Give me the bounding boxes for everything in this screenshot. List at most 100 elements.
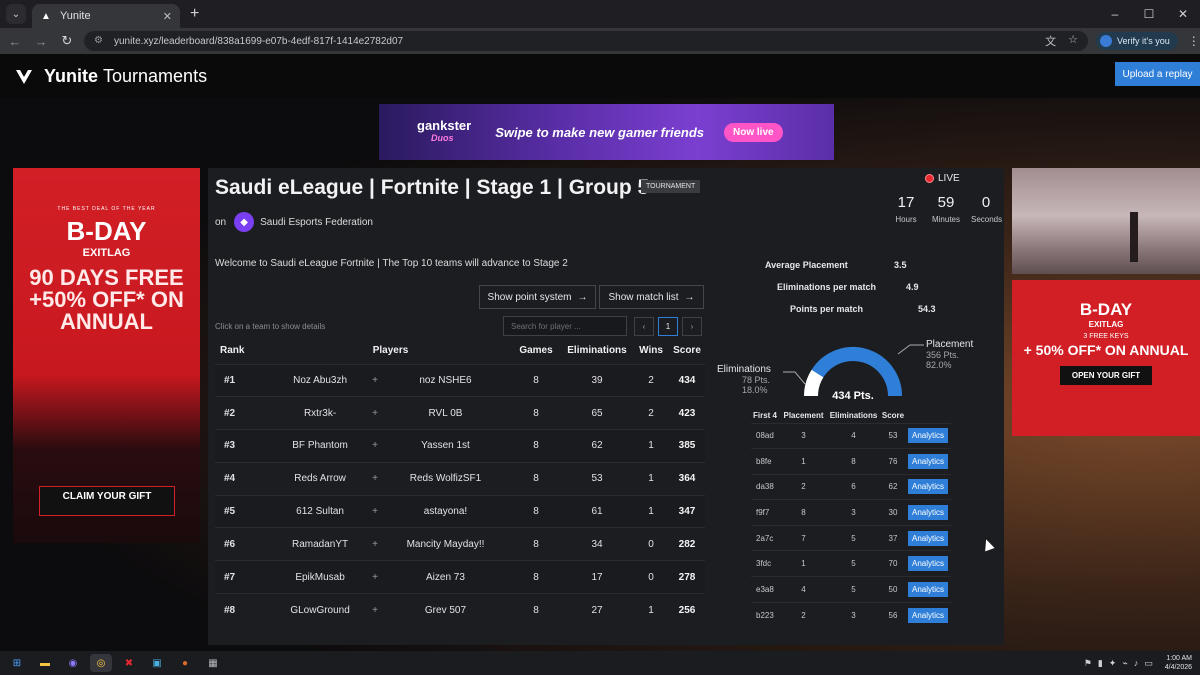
open-gift-button[interactable]: OPEN YOUR GIFT — [1059, 366, 1153, 385]
tray-network-icon[interactable]: ⌁ — [1122, 658, 1127, 669]
brand-rest: Tournaments — [103, 66, 208, 86]
gankster-ad-banner[interactable]: gankster Duos Swipe to make new gamer fr… — [379, 104, 834, 160]
site-info-icon[interactable]: ⚙ — [94, 35, 106, 47]
match-score: 53 — [881, 422, 905, 449]
new-tab-button[interactable]: + — [190, 5, 199, 23]
tab-title: Yunite — [60, 10, 91, 22]
match-placement: 3 — [781, 422, 826, 449]
close-window-button[interactable]: ✕ — [1166, 7, 1200, 21]
app-x-icon[interactable]: ✖ — [118, 654, 140, 672]
ad-left-bday: B-DAY — [66, 216, 147, 246]
bookmark-star-icon[interactable]: ☆ — [1068, 33, 1078, 49]
chrome-icon[interactable]: ◎ — [90, 654, 112, 672]
analytics-button[interactable]: Analytics — [907, 607, 948, 623]
clock-time: 1:00 AM — [1166, 655, 1192, 662]
site-header: Yunite Tournaments Upload a replay — [0, 54, 1200, 98]
match-score: 76 — [881, 448, 905, 475]
match-id: 3fdc — [751, 550, 781, 577]
ad-right-offer: + 50% OFF* ON ANNUAL — [1023, 342, 1189, 358]
url-bar[interactable]: ⚙ yunite.xyz/leaderboard/838a1699-e07b-4… — [84, 31, 1088, 51]
match-elims: 5 — [826, 550, 881, 577]
match-actions: Analytics — [905, 524, 951, 551]
elims-share-pts: 78 Pts. — [742, 375, 771, 385]
omnibox-actions: 文 ☆ — [1045, 33, 1078, 49]
gankster-cta[interactable]: Now live — [724, 122, 783, 142]
match-table: First 4 Placement Eliminations Score 08a… — [751, 408, 951, 628]
match-id: b223 — [751, 601, 781, 628]
verify-identity-chip[interactable]: Verify it's you — [1096, 32, 1178, 50]
placement-share-pct: 82.0% — [926, 360, 952, 370]
leaderboard-panel: Saudi eLeague | Fortnite | Stage 1 | Gro… — [208, 168, 1004, 645]
match-id: 2a7c — [751, 524, 781, 551]
match-actions: Analytics — [905, 601, 951, 628]
forward-icon[interactable]: → — [30, 34, 52, 49]
app-launcher-icon[interactable]: ▦ — [202, 654, 224, 672]
analytics-button[interactable]: Analytics — [907, 581, 948, 597]
match-id: f9f7 — [751, 499, 781, 526]
elims-share-pct: 18.0% — [742, 385, 768, 395]
file-explorer-icon[interactable]: ▬ — [34, 654, 56, 672]
ad-right-keys: 3 FREE KEYS — [1083, 333, 1129, 340]
match-row: 3fdc 1 5 70 Analytics — [751, 550, 951, 577]
exitlag-ad-right[interactable]: B-DAY EXITLAG 3 FREE KEYS + 50% OFF* ON … — [1012, 280, 1200, 436]
reload-icon[interactable]: ↻ — [56, 33, 78, 49]
tray-flag-icon[interactable]: ⚑ — [1084, 658, 1092, 669]
verify-label: Verify it's you — [1117, 36, 1170, 46]
placement-share: Placement 356 Pts. 82.0% — [926, 340, 973, 371]
match-score: 50 — [881, 576, 905, 603]
browser-tab[interactable]: ▲ Yunite ✕ — [32, 4, 180, 28]
match-score: 62 — [881, 473, 905, 500]
claim-gift-button[interactable]: CLAIM YOUR GIFT — [39, 486, 175, 516]
back-icon[interactable]: ← — [4, 34, 26, 49]
maximize-button[interactable]: ☐ — [1132, 7, 1166, 21]
match-elims: 3 — [826, 499, 881, 526]
tray-volume-icon[interactable]: ♪ — [1134, 658, 1139, 668]
yunite-favicon-icon: ▲ — [41, 10, 51, 22]
match-placement: 2 — [781, 473, 826, 500]
start-menu-icon[interactable]: ⊞ — [6, 654, 28, 672]
upload-replay-button[interactable]: Upload a replay — [1115, 62, 1200, 86]
ad-left-brand: EXITLAG — [82, 247, 131, 259]
match-score: 37 — [881, 524, 905, 551]
analytics-button[interactable]: Analytics — [907, 479, 948, 495]
match-row: 08ad 3 4 53 Analytics — [751, 422, 951, 449]
analytics-button[interactable]: Analytics — [907, 556, 948, 572]
tab-close-icon[interactable]: ✕ — [163, 10, 172, 23]
analytics-button[interactable]: Analytics — [907, 453, 948, 469]
taskbar-clock[interactable]: 1:00 AM 4/4/2026 — [1165, 654, 1192, 672]
browser-menu-icon[interactable]: ⋮ — [1188, 34, 1200, 48]
exitlag-ad-left[interactable]: THE BEST DEAL OF THE YEAR B-DAY EXITLAG … — [13, 168, 200, 543]
analytics-button[interactable]: Analytics — [907, 530, 948, 546]
match-row: b223 2 3 56 Analytics — [751, 601, 951, 628]
address-bar-row: ← → ↻ ⚙ yunite.xyz/leaderboard/838a1699-… — [0, 28, 1200, 54]
match-col-placement: Placement — [783, 410, 824, 420]
tab-search-icon[interactable]: ⌄ — [6, 4, 26, 24]
match-elims: 8 — [826, 448, 881, 475]
analytics-button[interactable]: Analytics — [907, 428, 948, 444]
match-actions: Analytics — [905, 576, 951, 603]
minimize-button[interactable]: – — [1098, 7, 1132, 21]
match-score: 70 — [881, 550, 905, 577]
translate-icon[interactable]: 文 — [1045, 33, 1056, 49]
analytics-button[interactable]: Analytics — [907, 505, 948, 521]
windows-taskbar: ⊞ ▬ ◉ ◎ ✖ ▣ ● ▦ ⚑ ▮ ✦ ⌁ ♪ ▭ 1:00 AM 4/4/… — [0, 651, 1200, 675]
match-elims: 5 — [826, 524, 881, 551]
site-logo[interactable]: Yunite Tournaments — [14, 66, 207, 87]
app-game-icon[interactable]: ● — [174, 654, 196, 672]
tray-app-icon[interactable]: ▮ — [1098, 658, 1103, 669]
match-elims: 5 — [826, 576, 881, 603]
match-col-score: Score — [881, 410, 905, 420]
match-placement: 8 — [781, 499, 826, 526]
game-ad-image[interactable] — [1012, 168, 1200, 274]
ad-right-brand: EXITLAG — [1088, 320, 1124, 329]
ad-right-bday: B-DAY — [1079, 300, 1133, 319]
discord-icon[interactable]: ◉ — [62, 654, 84, 672]
app-f-icon[interactable]: ▣ — [146, 654, 168, 672]
page-content: Yunite Tournaments Upload a replay ganks… — [0, 54, 1200, 651]
gankster-sub: Duos — [431, 133, 454, 143]
tray-settings-icon[interactable]: ✦ — [1109, 658, 1117, 669]
ad-figure — [1130, 212, 1138, 262]
ad-left-small: THE BEST DEAL OF THE YEAR — [57, 206, 156, 212]
match-placement: 4 — [781, 576, 826, 603]
tray-battery-icon[interactable]: ▭ — [1144, 658, 1153, 669]
